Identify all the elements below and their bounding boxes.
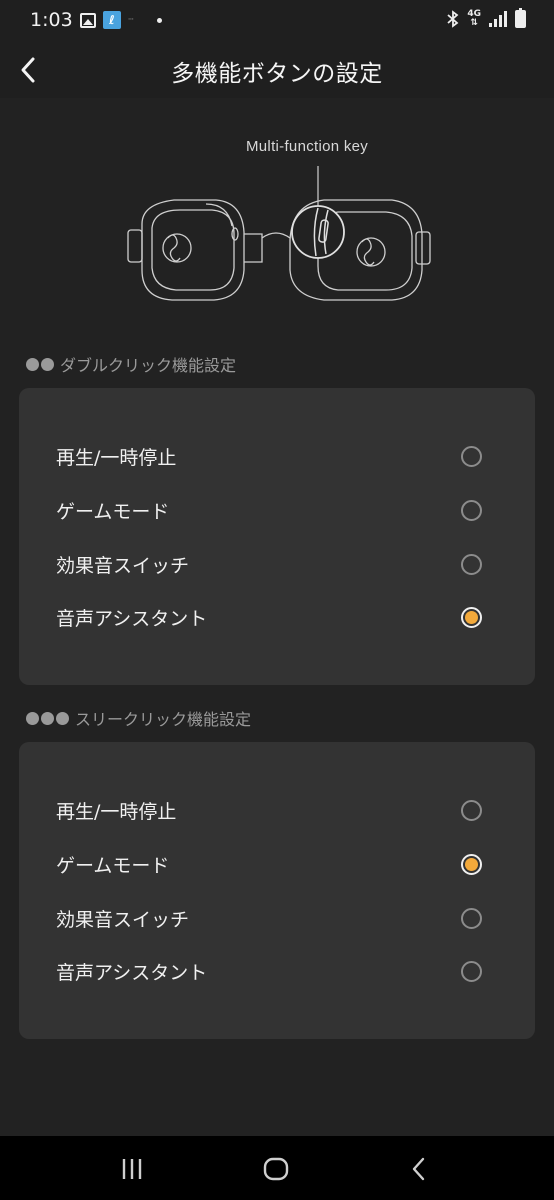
triple-click-option-game-mode[interactable]: ゲームモード xyxy=(19,837,535,891)
home-icon xyxy=(263,1157,289,1181)
radio-button-selected[interactable] xyxy=(461,607,482,628)
recents-button[interactable] xyxy=(118,1156,146,1182)
option-label: 音声アシスタント xyxy=(56,608,208,630)
double-click-section-label: ダブルクリック機能設定 xyxy=(60,356,237,375)
double-click-option-game-mode[interactable]: ゲームモード xyxy=(19,483,535,537)
gallery-icon xyxy=(80,12,96,28)
signal-icon xyxy=(489,11,507,27)
double-click-option-sound-effect[interactable]: 効果音スイッチ xyxy=(19,537,535,591)
triple-click-section-label: スリークリック機能設定 xyxy=(75,710,252,729)
double-click-dots-icon xyxy=(26,357,54,371)
data-arrows-icon: ⇅ xyxy=(470,18,478,28)
triple-click-option-sound-effect[interactable]: 効果音スイッチ xyxy=(19,891,535,945)
double-click-option-voice-assistant[interactable]: 音声アシスタント xyxy=(19,590,535,644)
status-system-icons: 4G ⇅ xyxy=(447,8,526,28)
network-type-icon: 4G ⇅ xyxy=(467,10,481,28)
triple-click-option-voice-assistant[interactable]: 音声アシスタント xyxy=(19,944,535,998)
triple-click-options-card: 再生/一時停止 ゲームモード 効果音スイッチ 音声アシスタント xyxy=(19,742,535,1039)
overflow-icon: ⵈ xyxy=(128,15,134,25)
app-notification-icon: ℓ xyxy=(103,11,121,29)
option-label: ゲームモード xyxy=(56,855,170,877)
option-label: 効果音スイッチ xyxy=(56,555,190,577)
bluetooth-icon xyxy=(447,10,459,28)
triple-click-section-header: スリークリック機能設定 xyxy=(26,706,251,730)
status-notification-icons: ℓ ⵈ xyxy=(80,11,162,29)
triple-click-option-play-pause[interactable]: 再生/一時停止 xyxy=(19,783,535,837)
double-click-options-card: 再生/一時停止 ゲームモード 効果音スイッチ 音声アシスタント xyxy=(19,388,535,685)
option-label: ゲームモード xyxy=(56,501,170,523)
nav-back-button[interactable] xyxy=(406,1156,434,1182)
radio-button[interactable] xyxy=(461,800,482,821)
recents-icon xyxy=(122,1159,142,1179)
option-label: 再生/一時停止 xyxy=(56,801,177,823)
radio-button-selected[interactable] xyxy=(461,854,482,875)
double-click-option-play-pause[interactable]: 再生/一時停止 xyxy=(19,429,535,483)
double-click-section-header: ダブルクリック機能設定 xyxy=(26,352,236,376)
radio-button[interactable] xyxy=(461,500,482,521)
nav-back-icon xyxy=(412,1157,425,1181)
system-navigation-bar xyxy=(0,1136,554,1200)
app-header: 多機能ボタンの設定 xyxy=(0,42,554,98)
status-bar: 1:03 ℓ ⵈ 4G ⇅ xyxy=(0,0,554,42)
radio-button[interactable] xyxy=(461,961,482,982)
option-label: 再生/一時停止 xyxy=(56,447,177,469)
more-notifications-dot-icon xyxy=(157,17,162,23)
option-label: 音声アシスタント xyxy=(56,962,208,984)
radio-button[interactable] xyxy=(461,446,482,467)
battery-icon xyxy=(515,8,526,28)
radio-button[interactable] xyxy=(461,908,482,929)
option-label: 効果音スイッチ xyxy=(56,909,190,931)
home-button[interactable] xyxy=(262,1156,290,1182)
triple-click-dots-icon xyxy=(26,711,69,725)
page-title: 多機能ボタンの設定 xyxy=(171,61,383,87)
status-time: 1:03 xyxy=(30,9,73,31)
headphones-illustration xyxy=(127,166,431,301)
radio-button[interactable] xyxy=(461,554,482,575)
